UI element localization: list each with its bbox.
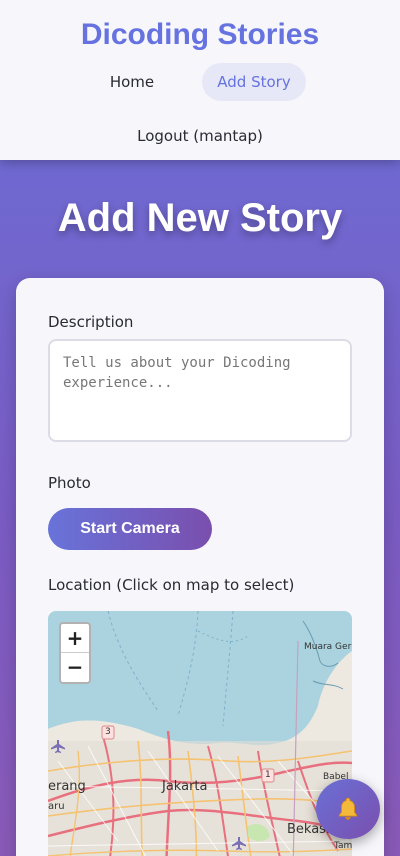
location-label: Location (Click on map to select) — [48, 576, 295, 594]
notification-button[interactable] — [316, 779, 380, 839]
nav-logout-link[interactable]: Logout (mantap) — [100, 117, 300, 155]
description-input[interactable] — [48, 339, 352, 442]
map-label-muara: Muara Ger — [304, 642, 352, 652]
add-story-form: Description Photo Start Camera Location … — [16, 278, 384, 856]
zoom-out-button[interactable]: − — [61, 653, 89, 682]
start-camera-button[interactable]: Start Camera — [48, 508, 212, 550]
nav-add-story-link[interactable]: Add Story — [202, 63, 306, 101]
nav-home-link[interactable]: Home — [96, 63, 168, 101]
photo-label: Photo — [48, 474, 91, 492]
route-shield-1: 1 — [265, 770, 271, 780]
map-label-aru: aru — [48, 801, 65, 812]
bell-icon — [338, 797, 358, 820]
description-label: Description — [48, 313, 134, 331]
brand-title[interactable]: Dicoding Stories — [0, 18, 400, 52]
zoom-in-button[interactable]: + — [61, 624, 89, 653]
map-label-tangerang: erang — [48, 779, 86, 794]
map-zoom-control: + − — [59, 622, 91, 684]
map-label-tam: Tam — [334, 841, 352, 851]
map-label-jakarta: Jakarta — [162, 779, 208, 794]
route-shield-3: 3 — [105, 727, 111, 737]
page-title: Add New Story — [57, 196, 343, 240]
location-map[interactable]: 3 1 Muara Ger Jakarta erang aru Babel Be… — [48, 611, 352, 856]
app-header: Dicoding Stories Home Add Story Logout (… — [0, 0, 400, 160]
